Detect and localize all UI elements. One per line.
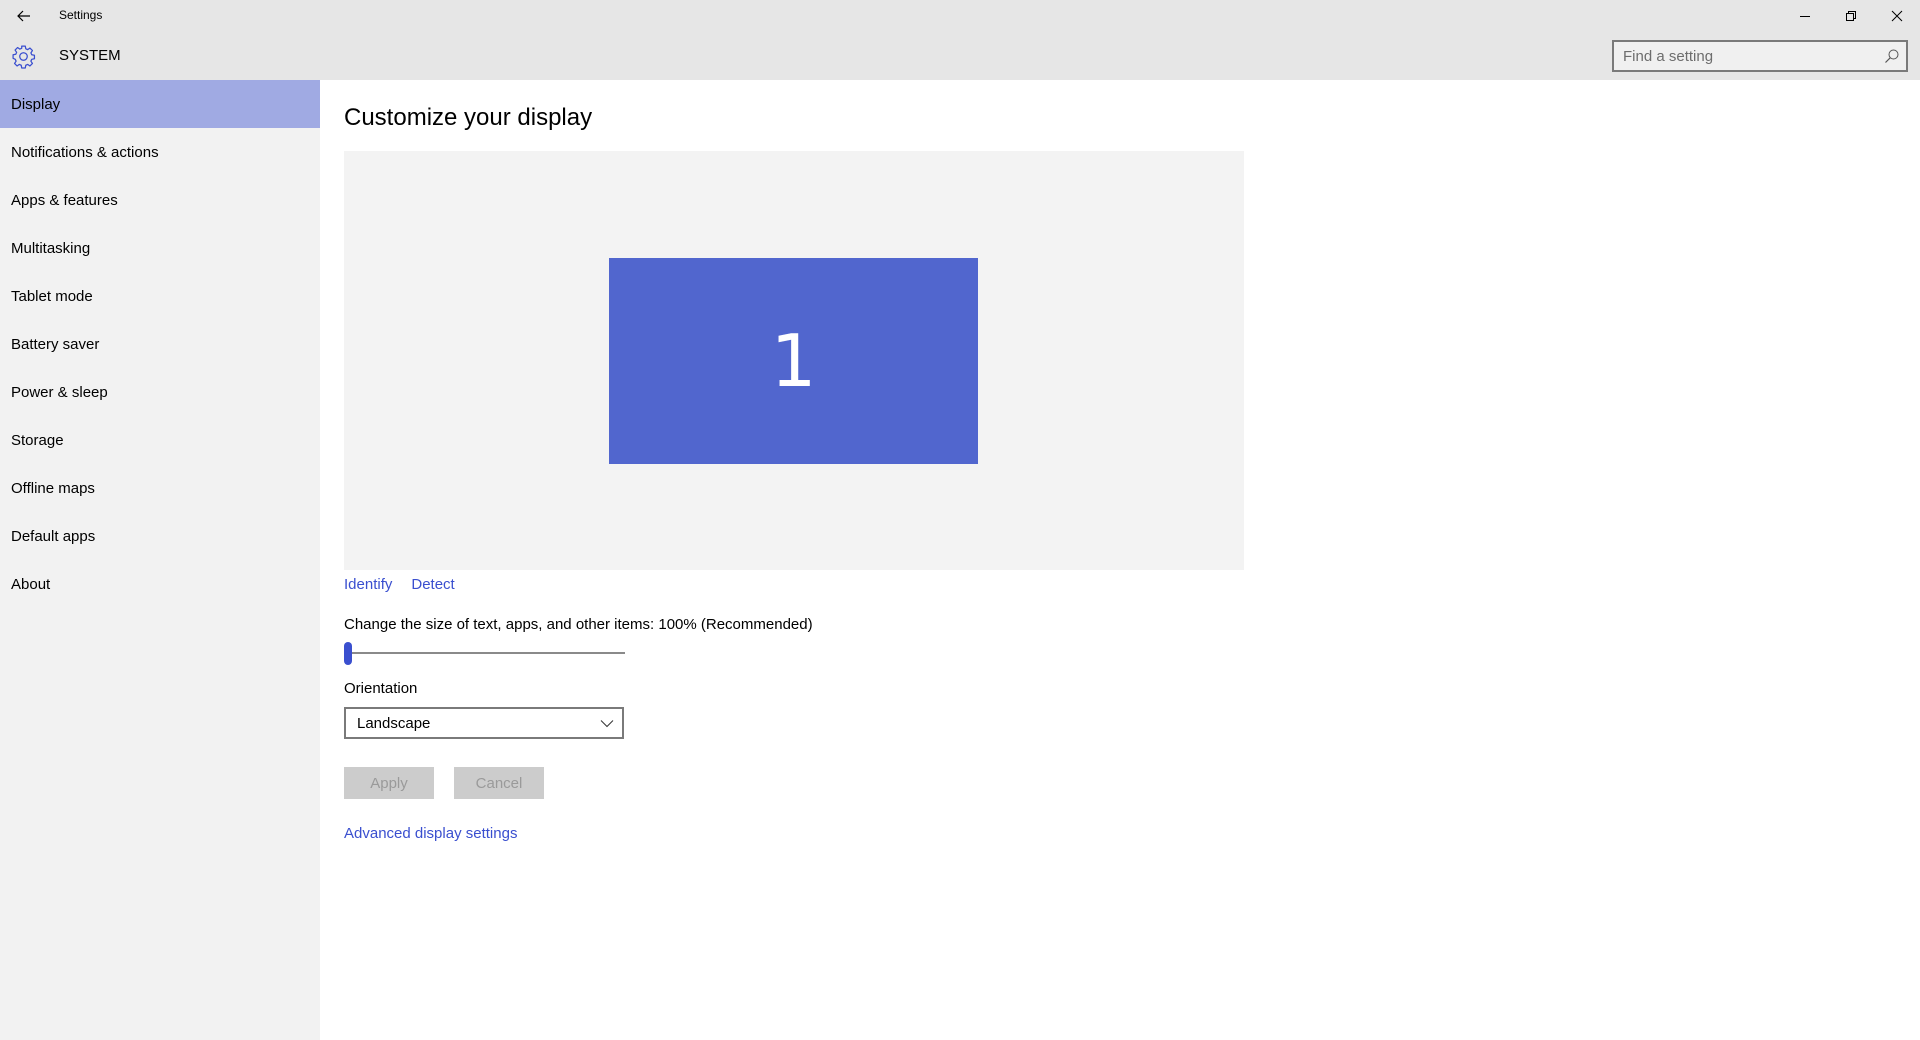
sidebar: Display Notifications & actions Apps & f… xyxy=(0,80,320,1040)
sidebar-item-storage[interactable]: Storage xyxy=(0,416,320,464)
slider-thumb[interactable] xyxy=(344,642,352,665)
display-arrangement-area: 1 xyxy=(344,151,1244,570)
cancel-button[interactable]: Cancel xyxy=(454,767,544,799)
app-title: Settings xyxy=(59,8,103,22)
sidebar-item-offline-maps[interactable]: Offline maps xyxy=(0,464,320,512)
sidebar-item-multitasking[interactable]: Multitasking xyxy=(0,224,320,272)
close-button[interactable] xyxy=(1874,0,1920,32)
minimize-button[interactable] xyxy=(1782,0,1828,32)
sidebar-item-apps-features[interactable]: Apps & features xyxy=(0,176,320,224)
minimize-icon xyxy=(1800,16,1810,17)
restore-button[interactable] xyxy=(1828,0,1874,32)
monitor-tile[interactable]: 1 xyxy=(609,258,978,464)
orientation-dropdown[interactable]: Landscape xyxy=(344,707,624,739)
sidebar-item-default-apps[interactable]: Default apps xyxy=(0,512,320,560)
close-icon xyxy=(1891,10,1903,22)
scale-slider[interactable] xyxy=(344,641,625,665)
orientation-value: Landscape xyxy=(357,714,431,732)
slider-track xyxy=(344,652,625,654)
restore-icon xyxy=(1846,11,1856,21)
detect-link[interactable]: Detect xyxy=(411,576,454,593)
apply-button[interactable]: Apply xyxy=(344,767,434,799)
search-icon[interactable] xyxy=(1884,48,1900,64)
advanced-display-settings-link[interactable]: Advanced display settings xyxy=(344,825,517,842)
sidebar-item-notifications-actions[interactable]: Notifications & actions xyxy=(0,128,320,176)
monitor-number: 1 xyxy=(770,319,817,403)
sidebar-item-display[interactable]: Display xyxy=(0,80,320,128)
scale-label: Change the size of text, apps, and other… xyxy=(344,616,813,633)
sidebar-item-power-sleep[interactable]: Power & sleep xyxy=(0,368,320,416)
title-bar: Settings SYSTEM xyxy=(0,0,1920,80)
sidebar-item-tablet-mode[interactable]: Tablet mode xyxy=(0,272,320,320)
sidebar-item-about[interactable]: About xyxy=(0,560,320,608)
arrow-left-icon xyxy=(17,10,30,22)
section-title: SYSTEM xyxy=(59,47,121,64)
sidebar-item-battery-saver[interactable]: Battery saver xyxy=(0,320,320,368)
display-actions: Identify Detect xyxy=(344,576,455,593)
gear-icon xyxy=(12,45,36,69)
back-button[interactable] xyxy=(12,4,36,28)
search-input[interactable] xyxy=(1614,47,1864,65)
identify-link[interactable]: Identify xyxy=(344,576,392,593)
page-title: Customize your display xyxy=(344,104,593,131)
orientation-label: Orientation xyxy=(344,680,418,697)
chevron-down-icon xyxy=(600,720,614,728)
search-box[interactable] xyxy=(1612,40,1908,72)
